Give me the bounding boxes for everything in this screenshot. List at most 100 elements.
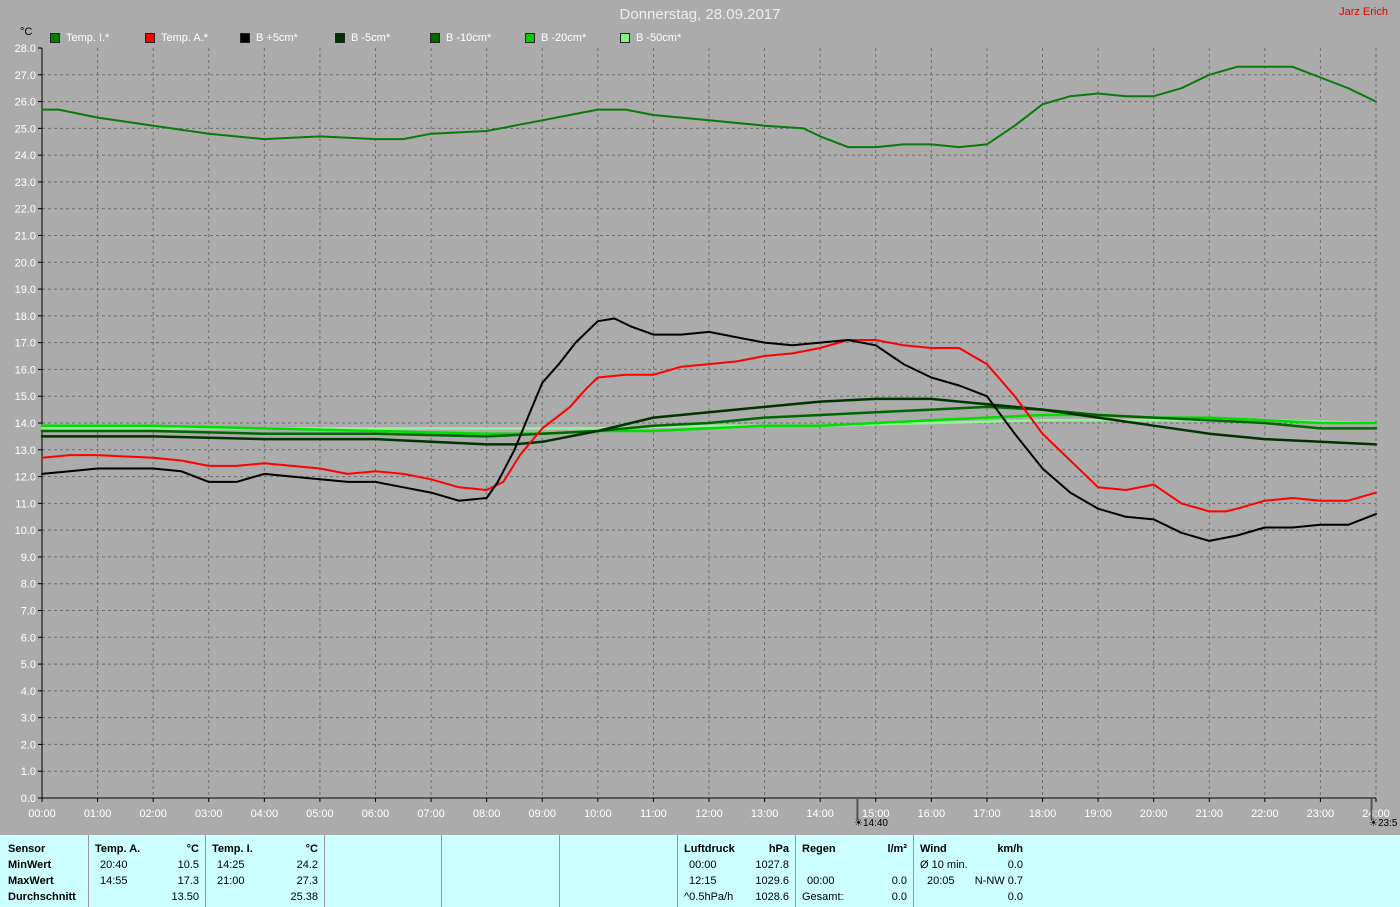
x-tick-label: 10:00	[584, 808, 612, 820]
legend-label: B -5cm*	[351, 32, 391, 44]
sunset-time: 23:5	[1377, 818, 1398, 829]
stats-col-empty-1	[325, 835, 442, 907]
y-tick-label: 8.0	[21, 579, 36, 591]
temp-i-avg: 25.38	[290, 891, 318, 903]
rain-row3-label: Gesamt:	[802, 891, 844, 903]
legend-item-temp-a: Temp. A.*	[145, 32, 208, 44]
y-tick-label: 3.0	[21, 713, 36, 725]
y-tick-label: 13.0	[15, 445, 36, 457]
y-tick-label: 25.0	[15, 123, 36, 135]
x-tick-label: 08:00	[473, 808, 501, 820]
legend-swatch	[145, 33, 155, 43]
x-tick-label: 19:00	[1084, 808, 1112, 820]
wind-row1-label: Ø 10 min.	[920, 859, 968, 871]
y-tick-label: 11.0	[15, 498, 36, 510]
stats-col-empty-2	[442, 835, 560, 907]
y-tick-label: 17.0	[15, 338, 36, 350]
temp-a-min-value: 10.5	[177, 859, 199, 871]
pressure-row1-label: 00:00	[689, 859, 717, 871]
temp-a-max-value: 17.3	[177, 875, 199, 887]
legend-swatch	[620, 33, 630, 43]
y-tick-label: 2.0	[21, 739, 36, 751]
avg-label: Durchschnitt	[8, 891, 76, 903]
x-tick-label: 20:00	[1140, 808, 1168, 820]
pressure-unit: hPa	[768, 843, 789, 855]
temp-a-unit: °C	[186, 843, 199, 855]
rain-title: Regen	[802, 843, 836, 855]
legend-item-b-minus5: B -5cm*	[335, 32, 390, 44]
legend-item-b-plus5: B +5cm*	[240, 32, 298, 44]
y-tick-label: 4.0	[21, 686, 36, 698]
x-tick-label: 18:00	[1029, 808, 1057, 820]
y-tick-label: 14.0	[15, 418, 36, 430]
wind-title: Wind	[920, 843, 947, 855]
x-tick-label: 12:00	[695, 808, 723, 820]
pressure-title: Luftdruck	[684, 843, 735, 855]
sunrise-time: 14:40	[862, 818, 888, 829]
y-tick-label: 1.0	[21, 766, 36, 778]
x-tick-label: 13:00	[751, 808, 779, 820]
y-tick-label: 19.0	[15, 284, 36, 296]
temp-i-min-value: 24.2	[296, 859, 318, 871]
legend-item-b-minus10: B -10cm*	[430, 32, 491, 44]
sunrise-marker: ☀14:40	[854, 818, 888, 829]
y-tick-label: 22.0	[15, 204, 36, 216]
legend-swatch	[335, 33, 345, 43]
temp-i-unit: °C	[305, 843, 318, 855]
temp-i-min-time: 14:25	[217, 859, 245, 871]
x-tick-label: 00:00	[28, 808, 56, 820]
x-tick-label: 05:00	[306, 808, 334, 820]
sun-icon: ☀	[1369, 818, 1378, 829]
pressure-row3-value: 1028.6	[755, 891, 789, 903]
sun-icon: ☀	[854, 818, 863, 829]
legend-swatch	[525, 33, 535, 43]
y-tick-label: 18.0	[15, 311, 36, 323]
y-tick-label: 0.0	[21, 793, 36, 805]
y-tick-label: 10.0	[15, 525, 36, 537]
x-tick-label: 01:00	[84, 808, 112, 820]
rain-row3-value: 0.0	[891, 891, 907, 903]
y-tick-label: 12.0	[15, 472, 36, 484]
temp-i-title: Temp. I.	[212, 843, 253, 855]
x-tick-label: 17:00	[973, 808, 1001, 820]
y-tick-label: 27.0	[15, 70, 36, 82]
chart-title: Donnerstag, 28.09.2017	[619, 6, 781, 23]
wind-row3-value: 0.0	[1007, 891, 1023, 903]
min-label: MinWert	[8, 859, 52, 871]
legend-item-b-minus50: B -50cm*	[620, 32, 681, 44]
x-tick-label: 14:00	[806, 808, 834, 820]
y-tick-label: 23.0	[15, 177, 36, 189]
stats-col-rain: Regen l/m² 00:00 0.0 Gesamt: 0.0	[796, 835, 914, 907]
stats-col-wind: Wind km/h Ø 10 min. 0.0 20:05 N-NW 0.7 0…	[914, 835, 1029, 907]
wind-unit: km/h	[997, 843, 1023, 855]
wind-row1-value: 0.0	[1007, 859, 1023, 871]
legend-swatch	[430, 33, 440, 43]
y-tick-label: 6.0	[21, 632, 36, 644]
y-tick-label: 9.0	[21, 552, 36, 564]
y-tick-label: 15.0	[15, 391, 36, 403]
stats-col-temp-a: Temp. A. °C 20:40 10.5 14:55 17.3 13.50	[89, 835, 206, 907]
legend-label: Temp. A.*	[161, 32, 209, 44]
legend-label: B -20cm*	[541, 32, 587, 44]
temp-i-max-value: 27.3	[296, 875, 318, 887]
legend-label: Temp. I.*	[66, 32, 110, 44]
stats-col-pressure: Luftdruck hPa 00:00 1027.8 12:15 1029.6 …	[678, 835, 796, 907]
x-tick-label: 16:00	[918, 808, 946, 820]
x-tick-label: 22:00	[1251, 808, 1279, 820]
y-tick-label: 21.0	[15, 231, 36, 243]
legend-item-b-minus20: B -20cm*	[525, 32, 586, 44]
x-tick-label: 06:00	[362, 808, 390, 820]
wind-row2-label: 20:05	[927, 875, 955, 887]
sunset-marker: ☀23:5	[1369, 818, 1397, 829]
temp-i-max-time: 21:00	[217, 875, 245, 887]
temperature-chart: 0.0 1.0 2.0 3.0 4.0 5.0 6.0 7.0 8.0 9.0 10.0 11.0 12…	[15, 43, 1390, 820]
x-tick-label: 21:00	[1195, 808, 1223, 820]
sensor-title: Sensor	[8, 843, 46, 855]
temp-a-min-time: 20:40	[100, 859, 128, 871]
pressure-row2-value: 1029.6	[755, 875, 789, 887]
stats-col-empty-3	[560, 835, 678, 907]
x-tick-label: 03:00	[195, 808, 223, 820]
y-tick-label: 7.0	[21, 606, 36, 618]
legend-item-temp-i: Temp. I.*	[50, 32, 109, 44]
y-tick-label: 20.0	[15, 257, 36, 269]
